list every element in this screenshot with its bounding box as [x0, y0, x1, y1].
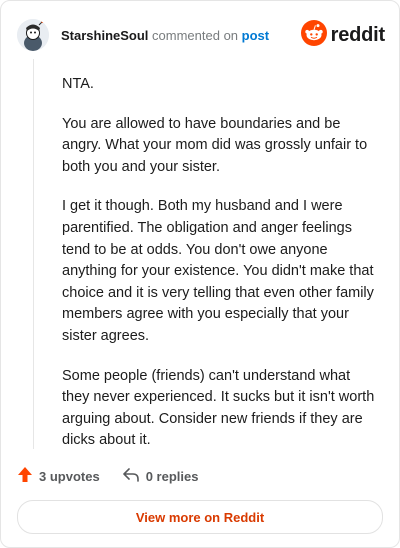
post-link[interactable]: post — [242, 28, 269, 43]
meta-verb: commented on — [152, 27, 239, 43]
reply-arrow-icon — [122, 467, 140, 486]
reddit-logo-icon — [300, 19, 327, 51]
reply-button[interactable]: 0 replies — [122, 467, 199, 486]
comment-header: StarshineSoul commented on post reddit — [17, 15, 385, 55]
thread-line — [33, 59, 34, 449]
embedded-comment-card: StarshineSoul commented on post reddit N… — [0, 0, 400, 548]
upvote-button[interactable]: 3 upvotes — [17, 466, 100, 486]
comment-body: NTA. You are allowed to have boundaries … — [62, 74, 377, 470]
comment-paragraph: I get it though. Both my husband and I w… — [62, 198, 374, 344]
user-avatar-icon[interactable] — [17, 19, 49, 51]
username-link[interactable]: StarshineSoul — [61, 28, 148, 43]
upvote-count: 3 upvotes — [39, 468, 100, 484]
view-more-button[interactable]: View more on Reddit — [17, 500, 383, 534]
comment-paragraph: You are allowed to have boundaries and b… — [62, 115, 368, 175]
comment-paragraph: Some people (friends) can't understand w… — [62, 367, 375, 449]
comment-actions: 3 upvotes 0 replies — [17, 466, 198, 486]
reddit-brand[interactable]: reddit — [300, 19, 386, 51]
upvote-arrow-icon — [17, 466, 33, 486]
comment-paragraph: NTA. — [62, 76, 94, 92]
reddit-wordmark: reddit — [330, 23, 386, 46]
reply-count: 0 replies — [145, 468, 199, 484]
comment-meta: StarshineSoul commented on post — [61, 28, 269, 43]
